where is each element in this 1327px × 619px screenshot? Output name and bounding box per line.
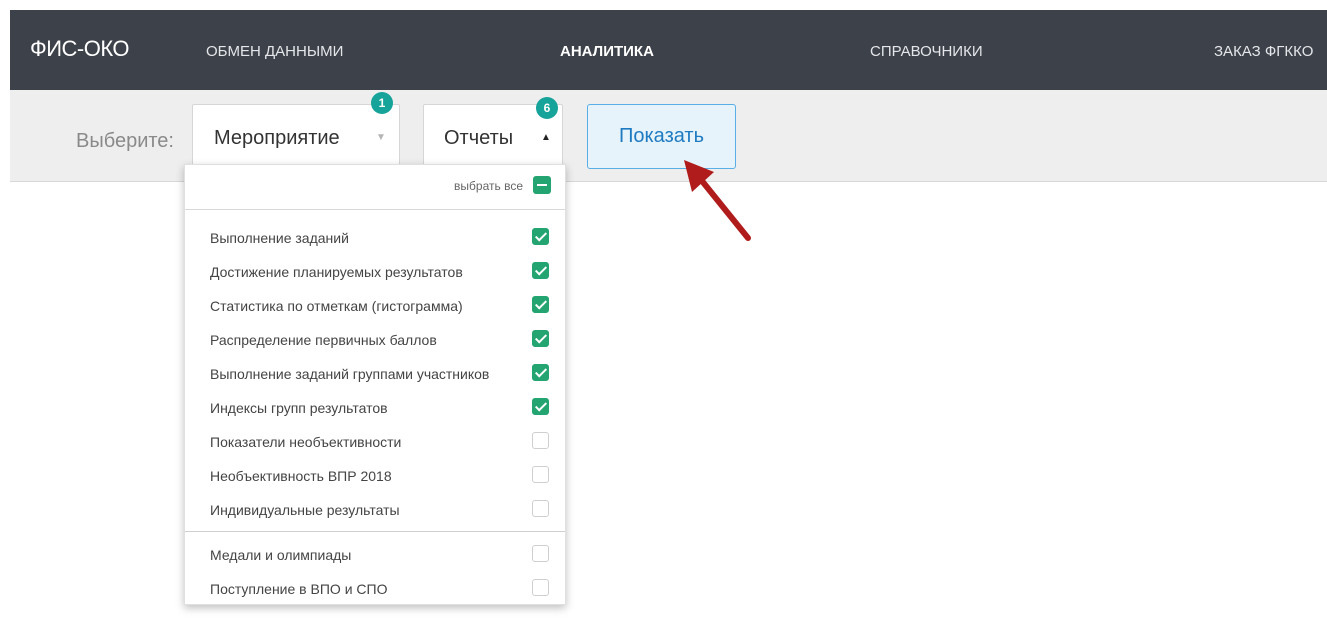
dropdown-header: выбрать все: [185, 165, 565, 210]
report-item[interactable]: Достижение планируемых результатов: [185, 255, 565, 289]
reports-dropdown: выбрать все Выполнение заданий Достижени…: [184, 164, 566, 605]
report-item-label: Поступление в ВПО и СПО: [210, 581, 388, 597]
report-item-label: Достижение планируемых результатов: [210, 264, 463, 280]
event-count-badge: 1: [371, 92, 393, 114]
report-item-label: Необъективность ВПР 2018: [210, 468, 392, 484]
report-item[interactable]: Медали и олимпиады: [185, 538, 565, 572]
report-item-checkbox[interactable]: [532, 398, 549, 415]
report-item-checkbox[interactable]: [532, 228, 549, 245]
report-item-label: Распределение первичных баллов: [210, 332, 437, 348]
nav-item-directories[interactable]: СПРАВОЧНИКИ: [870, 43, 983, 60]
top-navbar: ФИС-ОКО ОБМЕН ДАННЫМИ АНАЛИТИКА СПРАВОЧН…: [10, 10, 1327, 90]
reports-count-badge: 6: [536, 97, 558, 119]
chevron-down-icon: ▼: [376, 132, 386, 143]
report-item-label: Статистика по отметкам (гистограмма): [210, 298, 463, 314]
select-label: Выберите:: [76, 130, 174, 152]
report-item[interactable]: Выполнение заданий группами участников: [185, 357, 565, 391]
event-select-value: Мероприятие: [214, 127, 340, 149]
brand-logo[interactable]: ФИС-ОКО: [30, 36, 130, 62]
annotation-arrow-icon: [684, 160, 751, 241]
report-item-checkbox[interactable]: [532, 579, 549, 596]
reports-select-value: Отчеты: [444, 127, 514, 149]
report-item[interactable]: Индексы групп результатов: [185, 391, 565, 425]
report-item-checkbox[interactable]: [532, 545, 549, 562]
report-item-checkbox[interactable]: [532, 330, 549, 347]
event-select[interactable]: Мероприятие ▼: [192, 104, 400, 166]
report-item[interactable]: Индивидуальные результаты: [185, 493, 565, 527]
report-item[interactable]: Поступление в ВПО и СПО: [185, 572, 565, 606]
report-item-label: Показатели необъективности: [210, 434, 402, 450]
select-all-checkbox[interactable]: [533, 176, 551, 194]
report-item-label: Индексы групп результатов: [210, 400, 388, 416]
report-item-checkbox[interactable]: [532, 466, 549, 483]
report-item[interactable]: Распределение первичных баллов: [185, 323, 565, 357]
report-item[interactable]: Необъективность ВПР 2018: [185, 459, 565, 493]
report-item-checkbox[interactable]: [532, 432, 549, 449]
report-item-checkbox[interactable]: [532, 500, 549, 517]
dropdown-divider: [185, 531, 565, 532]
report-item-label: Медали и олимпиады: [210, 547, 352, 563]
report-item-checkbox[interactable]: [532, 296, 549, 313]
nav-item-analytics[interactable]: АНАЛИТИКА: [560, 43, 654, 60]
report-item[interactable]: Показатели необъективности: [185, 425, 565, 459]
report-item-label: Выполнение заданий группами участников: [210, 366, 490, 382]
chevron-up-icon: ▲: [541, 132, 551, 143]
report-item-label: Индивидуальные результаты: [210, 502, 400, 518]
report-item-checkbox[interactable]: [532, 262, 549, 279]
report-item[interactable]: Статистика по отметкам (гистограмма): [185, 289, 565, 323]
report-item-label: Выполнение заданий: [210, 230, 349, 246]
select-all-label[interactable]: выбрать все: [454, 179, 523, 193]
report-item[interactable]: Выполнение заданий: [185, 221, 565, 255]
nav-item-fgkko-order[interactable]: ЗАКАЗ ФГККО: [1214, 43, 1313, 60]
nav-item-data-exchange[interactable]: ОБМЕН ДАННЫМИ: [206, 43, 343, 60]
report-item-checkbox[interactable]: [532, 364, 549, 381]
